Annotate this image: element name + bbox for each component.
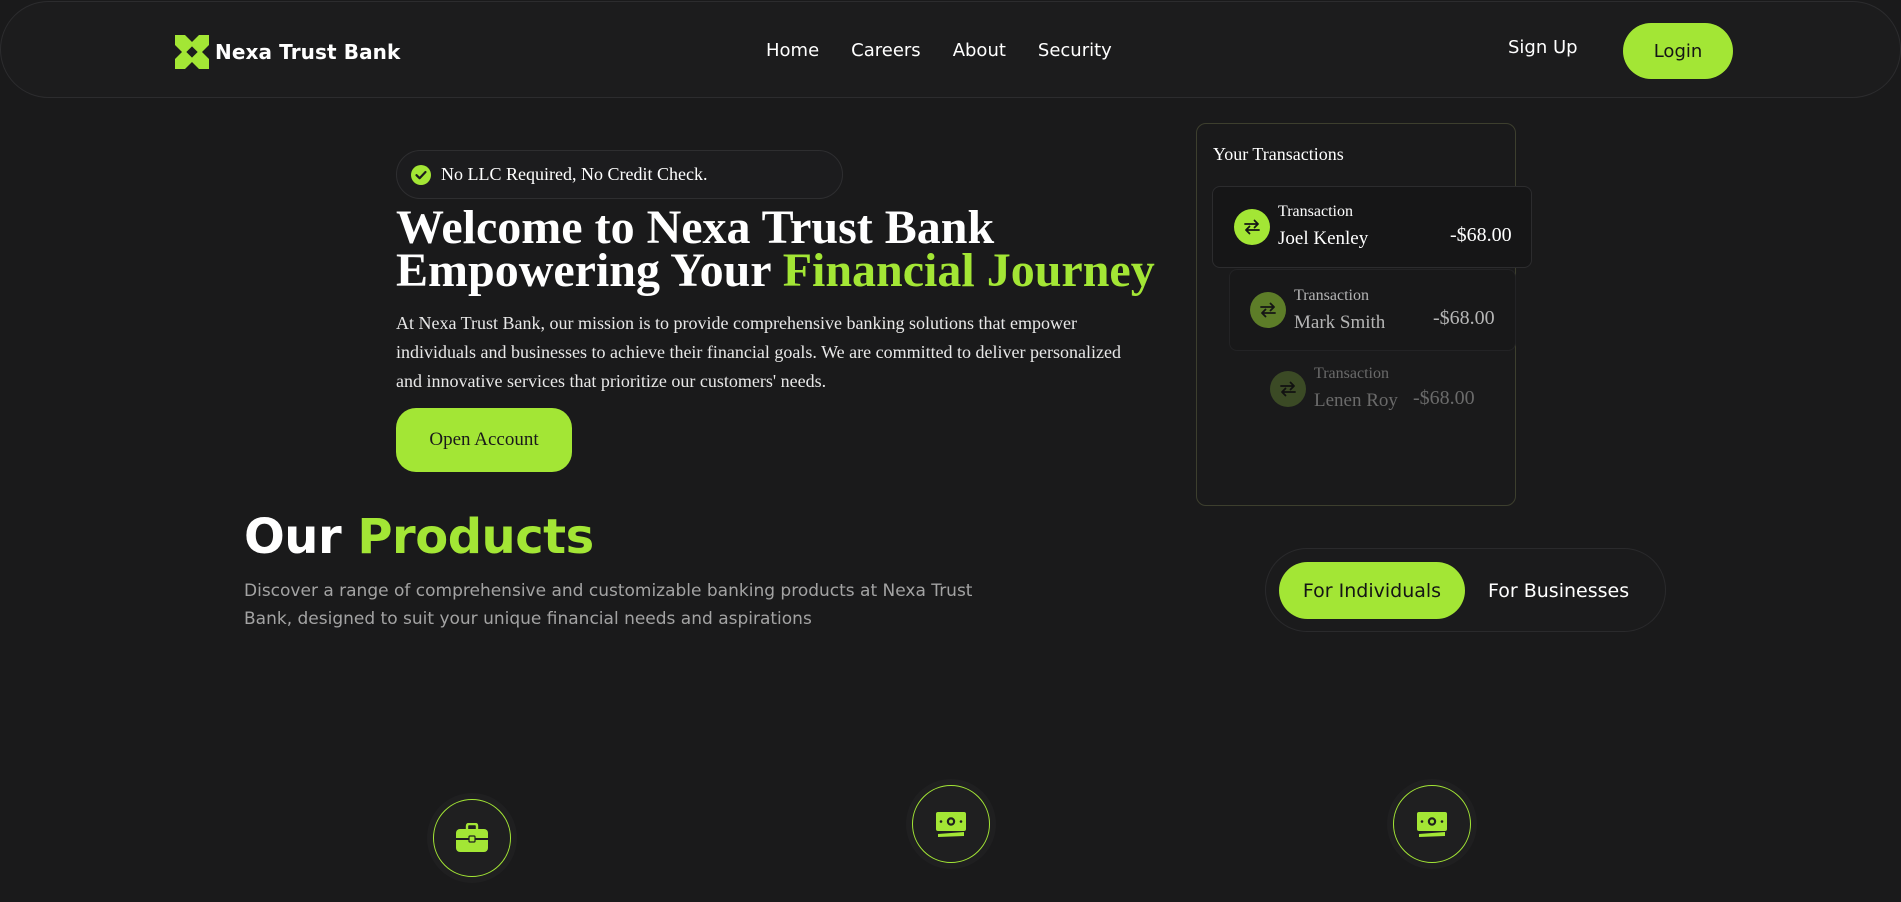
banknote-icon: [1417, 812, 1447, 837]
hero-description: At Nexa Trust Bank, our mission is to pr…: [396, 313, 1121, 391]
for-individuals-tab[interactable]: For Individuals: [1279, 562, 1465, 619]
transaction-amount: -$68.00: [1413, 387, 1475, 409]
transaction-name: Joel Kenley: [1278, 228, 1369, 249]
products-title-accent: Products: [357, 509, 594, 565]
transaction-label: Transaction: [1294, 287, 1369, 304]
products-title-prefix: Our: [244, 509, 358, 565]
products-title: Our Products: [244, 509, 594, 565]
top-navigation-bar: Nexa Trust Bank Home Careers About Secur…: [0, 1, 1901, 98]
transaction-label: Transaction: [1314, 365, 1389, 382]
nav-link-about[interactable]: About: [953, 40, 1006, 61]
hero-title-accent: Financial Journey: [782, 244, 1155, 297]
product-feature-icon-3: [1387, 779, 1477, 869]
transaction-name: Mark Smith: [1294, 312, 1386, 333]
main-nav: Home Careers About Security: [766, 40, 1112, 61]
transaction-item[interactable]: Transaction Lenen Roy -$68.00: [1250, 355, 1500, 425]
audience-toggle: For Individuals For Businesses: [1265, 548, 1666, 632]
product-feature-icon-1: [427, 793, 517, 883]
transaction-name: Lenen Roy: [1314, 390, 1398, 411]
no-credit-check-badge: No LLC Required, No Credit Check.: [396, 150, 843, 199]
transfer-icon: [1270, 371, 1306, 407]
hero-title-line2-prefix: Empowering Your: [396, 244, 783, 297]
nav-link-home[interactable]: Home: [766, 40, 819, 61]
brand-name: Nexa Trust Bank: [215, 40, 401, 64]
transaction-item[interactable]: Transaction Mark Smith -$68.00: [1229, 269, 1516, 351]
hero-title: Welcome to Nexa Trust Bank Empowering Yo…: [396, 204, 1155, 295]
brand[interactable]: Nexa Trust Bank: [175, 35, 400, 69]
briefcase-icon: [456, 823, 488, 852]
transaction-amount: -$68.00: [1433, 307, 1495, 329]
badge-text: No LLC Required, No Credit Check.: [441, 164, 708, 184]
transaction-item[interactable]: Transaction Joel Kenley -$68.00: [1212, 186, 1532, 268]
product-feature-icon-2: [906, 779, 996, 869]
transfer-icon: [1234, 209, 1270, 245]
products-description: Discover a range of comprehensive and cu…: [244, 581, 973, 629]
transactions-title: Your Transactions: [1213, 144, 1344, 164]
brand-logo-icon: [175, 35, 209, 69]
login-button[interactable]: Login: [1623, 23, 1733, 79]
for-businesses-tab[interactable]: For Businesses: [1488, 562, 1629, 619]
nav-link-careers[interactable]: Careers: [851, 40, 921, 61]
open-account-button[interactable]: Open Account: [396, 408, 572, 472]
transaction-amount: -$68.00: [1450, 224, 1512, 246]
signup-link[interactable]: Sign Up: [1508, 37, 1578, 58]
nav-link-security[interactable]: Security: [1038, 40, 1112, 61]
banknote-icon: [936, 812, 966, 837]
transfer-icon: [1250, 292, 1286, 328]
check-circle-icon: [411, 164, 431, 185]
transaction-label: Transaction: [1278, 203, 1353, 220]
